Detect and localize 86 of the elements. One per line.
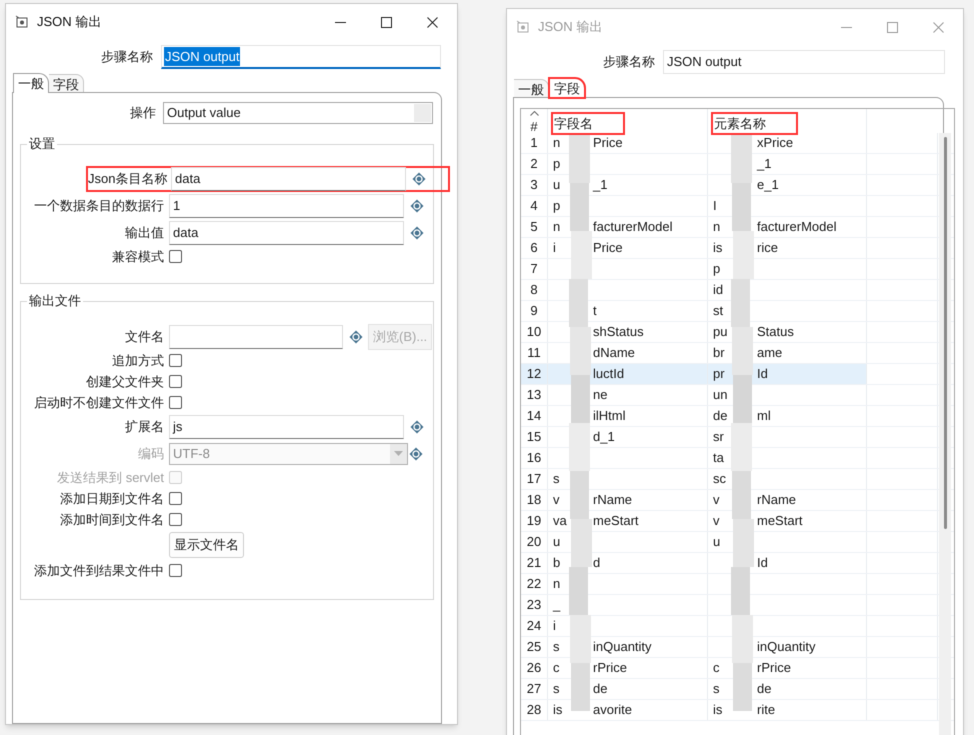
row-number[interactable]: 7 <box>521 259 548 279</box>
variable-icon[interactable] <box>412 172 426 186</box>
step-name-field[interactable]: JSON output <box>663 50 945 74</box>
row-number[interactable]: 21 <box>521 553 548 573</box>
maximize-icon <box>886 22 898 32</box>
row-number[interactable]: 22 <box>521 574 548 594</box>
checkbox[interactable] <box>169 375 182 388</box>
row-number[interactable]: 9 <box>521 301 548 321</box>
row-number[interactable]: 23 <box>521 595 548 615</box>
text-field[interactable] <box>169 324 343 348</box>
field-label: 启动时不创建文件文件 <box>33 394 164 412</box>
row-number[interactable]: 18 <box>521 490 548 510</box>
field-label: 步骤名称 <box>602 53 655 72</box>
field-label: 步骤名称 <box>100 48 153 66</box>
text-field[interactable]: 1 <box>169 194 404 218</box>
maximize-icon <box>380 16 392 28</box>
row-number[interactable]: 1 <box>521 133 548 153</box>
row-number[interactable]: 5 <box>521 217 548 237</box>
row-number[interactable]: 15 <box>521 427 548 447</box>
window-title: JSON 输出 <box>37 13 102 32</box>
window-icon <box>516 20 530 34</box>
tab[interactable]: 一般 <box>13 73 49 93</box>
column-header[interactable]: # <box>521 109 548 136</box>
text-field[interactable]: data <box>171 166 406 190</box>
row-number[interactable]: 4 <box>521 196 548 216</box>
field-label: 操作 <box>129 104 156 122</box>
field-label: 添加日期到文件名 <box>59 490 164 508</box>
group-title: 输出文件 <box>27 293 83 309</box>
checkbox[interactable] <box>169 513 182 526</box>
row-number[interactable]: 13 <box>521 385 548 405</box>
step-name-field[interactable]: JSON output <box>161 45 441 69</box>
row-number[interactable]: 27 <box>521 679 548 699</box>
dropdown-arrow-icon <box>394 451 403 456</box>
row-number[interactable]: 14 <box>521 406 548 426</box>
checkbox[interactable] <box>169 354 182 367</box>
sort-caret-icon <box>530 111 539 116</box>
row-number[interactable]: 12 <box>521 364 548 384</box>
variable-icon[interactable] <box>410 198 424 212</box>
window-title: JSON 输出 <box>538 18 602 36</box>
row-number[interactable]: 3 <box>521 175 548 195</box>
row-number[interactable]: 28 <box>521 700 548 720</box>
variable-icon[interactable] <box>349 330 363 344</box>
row-number[interactable]: 26 <box>521 658 548 678</box>
row-number[interactable]: 16 <box>521 448 548 468</box>
scrollbar-thumb[interactable] <box>944 137 946 529</box>
field-label: 编码 <box>137 444 164 463</box>
field-label: 发送结果到 servlet <box>56 468 164 487</box>
checkbox[interactable] <box>169 492 182 505</box>
field-label: 输出值 <box>124 224 164 242</box>
operation-dropdown[interactable]: Output value <box>163 102 433 124</box>
field-label: 文件名 <box>124 328 164 346</box>
field-label: 追加方式 <box>111 352 164 370</box>
row-number[interactable]: 20 <box>521 532 548 552</box>
row-number[interactable]: 19 <box>521 511 548 531</box>
field-label: 添加时间到文件名 <box>59 510 164 529</box>
variable-icon[interactable] <box>410 226 424 240</box>
scrollbar[interactable] <box>939 133 951 735</box>
row-number[interactable]: 2 <box>521 154 548 174</box>
checkbox[interactable] <box>169 396 182 409</box>
checkbox[interactable] <box>169 250 182 263</box>
checkbox[interactable] <box>169 564 182 577</box>
variable-icon[interactable] <box>410 420 424 434</box>
field-label: 一个数据条目的数据行 <box>33 196 164 215</box>
tab[interactable]: 字段 <box>49 74 84 92</box>
group-title: 设置 <box>27 136 57 152</box>
column-header[interactable]: 元素名称 <box>708 109 867 136</box>
text-field[interactable]: data <box>169 220 404 244</box>
row-number[interactable]: 10 <box>521 322 548 342</box>
field-label: 创建父文件夹 <box>85 372 164 391</box>
field-label: 兼容模式 <box>111 248 164 266</box>
close-icon <box>426 16 438 28</box>
field-label: 扩展名 <box>124 418 164 436</box>
show-filename-button[interactable]: 显示文件名 <box>169 532 244 558</box>
row-number[interactable]: 17 <box>521 469 548 489</box>
row-number[interactable]: 8 <box>521 280 548 300</box>
text-field[interactable]: js <box>169 414 404 438</box>
window-icon <box>15 15 29 29</box>
row-number[interactable]: 11 <box>521 343 548 363</box>
tab[interactable]: 一般 <box>514 79 549 97</box>
close-icon <box>932 22 944 32</box>
tab[interactable]: 字段 <box>549 78 585 98</box>
row-number[interactable]: 24 <box>521 616 548 636</box>
row-number[interactable]: 6 <box>521 238 548 258</box>
row-number[interactable]: 25 <box>521 637 548 657</box>
field-label: 添加文件到结果文件中 <box>33 562 164 580</box>
field-label: Json条目名称 <box>88 170 166 188</box>
